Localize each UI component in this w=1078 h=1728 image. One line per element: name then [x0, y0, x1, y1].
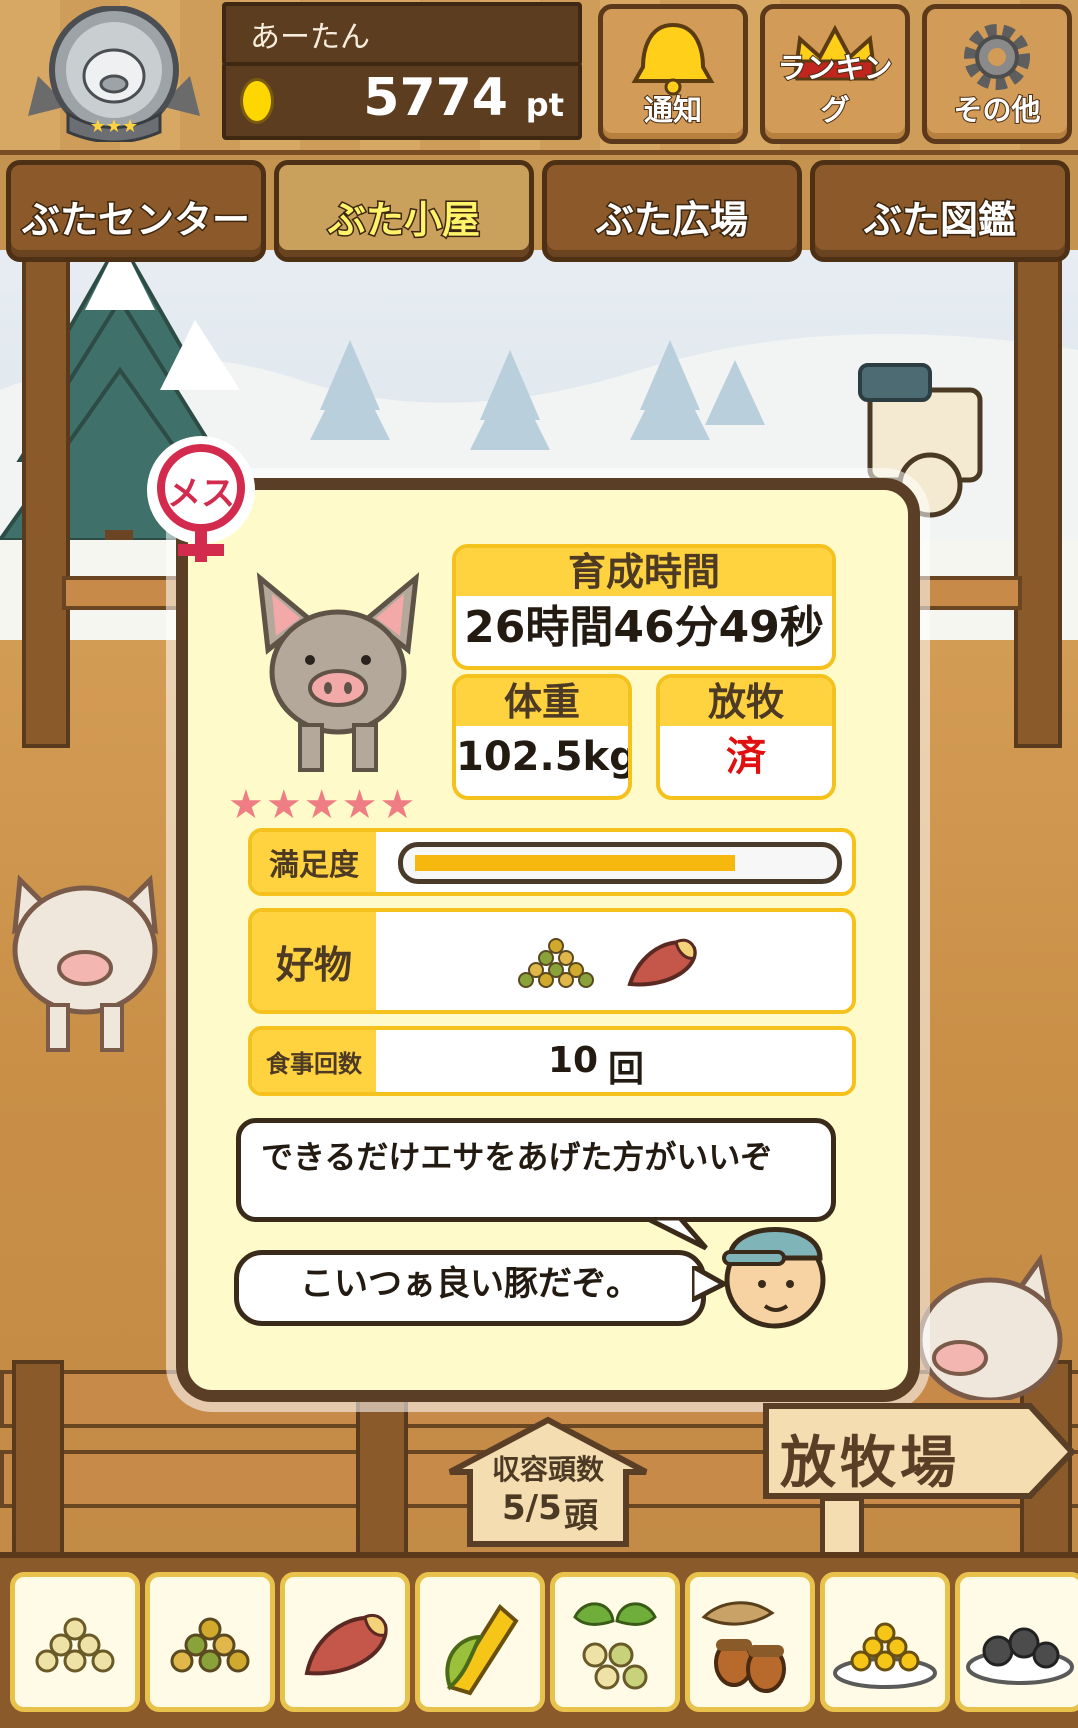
satisfaction-label: 満足度 — [252, 832, 376, 892]
mixed-grain-icon — [518, 938, 594, 988]
acorn-icon — [701, 1601, 786, 1693]
meals-label: 食事回数 — [252, 1030, 376, 1092]
capacity-unit: 頭 — [564, 1496, 598, 1536]
farmer-avatar — [722, 1227, 826, 1329]
tab-buta-center[interactable]: ぶたセンター — [6, 160, 266, 262]
points-bar: 5774 pt — [222, 62, 582, 140]
advice-bubble: できるだけエサをあげた方がいいぞ — [236, 1118, 836, 1222]
grazing-value: 済 — [726, 734, 766, 780]
capacity-value: 5/5 — [502, 1488, 562, 1528]
tab-buta-koya[interactable]: ぶた小屋 — [274, 160, 534, 262]
satisfaction-fill — [415, 855, 735, 871]
grazing-label: 放牧 — [660, 678, 832, 726]
feed-slot-corn[interactable] — [415, 1572, 545, 1712]
tab-label: ぶた図鑑 — [862, 197, 1017, 244]
gender-badge: メス — [140, 436, 262, 562]
grazing-box: 放牧 済 — [656, 674, 836, 800]
weight-label: 体重 — [456, 678, 628, 726]
gear-icon — [964, 24, 1030, 90]
tab-label: ぶた小屋 — [326, 197, 481, 244]
corn-icon — [445, 1603, 519, 1696]
advice-text: できるだけエサをあげた方がいいぞ — [261, 1138, 773, 1176]
gender-label: メス — [167, 474, 235, 514]
mixed-grain-icon — [170, 1617, 250, 1673]
grain-pile-icon — [35, 1617, 115, 1673]
satisfaction-gauge — [398, 842, 842, 884]
meals-value: 10 — [548, 1040, 599, 1081]
beans-leaf-icon — [573, 1602, 657, 1690]
ranch-sign-label: 放牧場 — [780, 1431, 960, 1496]
meal-count-row: 食事回数 10 回 — [248, 1026, 856, 1096]
feed-slot-beans[interactable] — [550, 1572, 680, 1712]
feed-slot-mixed-grain[interactable] — [145, 1572, 275, 1712]
bell-icon — [631, 22, 715, 96]
notification-label: 通知 — [643, 92, 703, 128]
username: あーたん — [250, 20, 370, 55]
grain-plate-icon — [833, 1622, 937, 1689]
fence-post — [12, 1360, 64, 1558]
other-label: その他 — [952, 92, 1041, 128]
tab-label: ぶた広場 — [594, 197, 749, 244]
weight-value: 102.5kg — [456, 734, 632, 780]
user-avatar[interactable]: ★★★ — [28, 5, 200, 144]
capacity-sign: 収容頭数 5/5 頭 — [446, 1416, 650, 1548]
background-pig[interactable] — [0, 860, 170, 1060]
fence-post-right — [1014, 250, 1062, 748]
background-pig[interactable] — [900, 1250, 1070, 1400]
sweet-potato-icon — [304, 1614, 388, 1676]
ranking-label: ランキング — [776, 50, 893, 128]
capacity-label: 収容頭数 — [491, 1453, 604, 1486]
feed-slot-grain[interactable] — [10, 1572, 140, 1712]
weight-box: 体重 102.5kg — [452, 674, 632, 800]
satisfaction-row: 満足度 — [248, 828, 856, 896]
username-bar: あーたん — [222, 2, 582, 66]
favorite-label: 好物 — [252, 912, 376, 1010]
favorite-food-row: 好物 — [248, 908, 856, 1014]
rank-stars: ★★★ — [90, 116, 138, 137]
raise-time-value: 26時間46分49秒 — [464, 602, 824, 653]
feed-slot-sweet-potato[interactable] — [280, 1572, 410, 1712]
pig-rating-stars: ★★★★★ — [228, 782, 418, 828]
points-unit: pt — [525, 86, 564, 124]
other-button[interactable]: その他 — [922, 4, 1072, 144]
feed-slot-grain-plate[interactable] — [820, 1572, 950, 1712]
bubble-tail — [646, 1218, 708, 1251]
fence-post-left — [22, 250, 70, 748]
tab-buta-zukan[interactable]: ぶた図鑑 — [810, 160, 1070, 262]
ranch-signpost[interactable]: 放牧場 — [760, 1400, 1078, 1500]
feed-slot-acorn[interactable] — [685, 1572, 815, 1712]
farmer-comment-bubble: こいつぁ良い豚だぞ。 — [234, 1250, 706, 1326]
feed-slot-dark-balls[interactable] — [955, 1572, 1078, 1712]
raise-time-label: 育成時間 — [456, 548, 832, 596]
coin-icon — [240, 78, 274, 124]
raise-time-box: 育成時間 26時間46分49秒 — [452, 544, 836, 670]
notification-button[interactable]: 通知 — [598, 4, 748, 144]
sweet-potato-icon — [627, 938, 697, 987]
tab-label: ぶたセンター — [20, 197, 251, 244]
farmer-comment-text: こいつぁ良い豚だぞ。 — [300, 1264, 640, 1304]
points-value: 5774 — [363, 68, 508, 128]
pig-info-panel: ★★★★★ 育成時間 26時間46分49秒 体重 102.5kg 放牧 済 満足… — [176, 478, 920, 1402]
meals-unit: 回 — [608, 1049, 645, 1090]
dark-balls-plate-icon — [966, 1627, 1074, 1685]
feed-selection-bar — [0, 1552, 1078, 1728]
ranking-button[interactable]: ランキング — [760, 4, 910, 144]
tab-buta-hiroba[interactable]: ぶた広場 — [542, 160, 802, 262]
pig-portrait — [256, 572, 420, 772]
